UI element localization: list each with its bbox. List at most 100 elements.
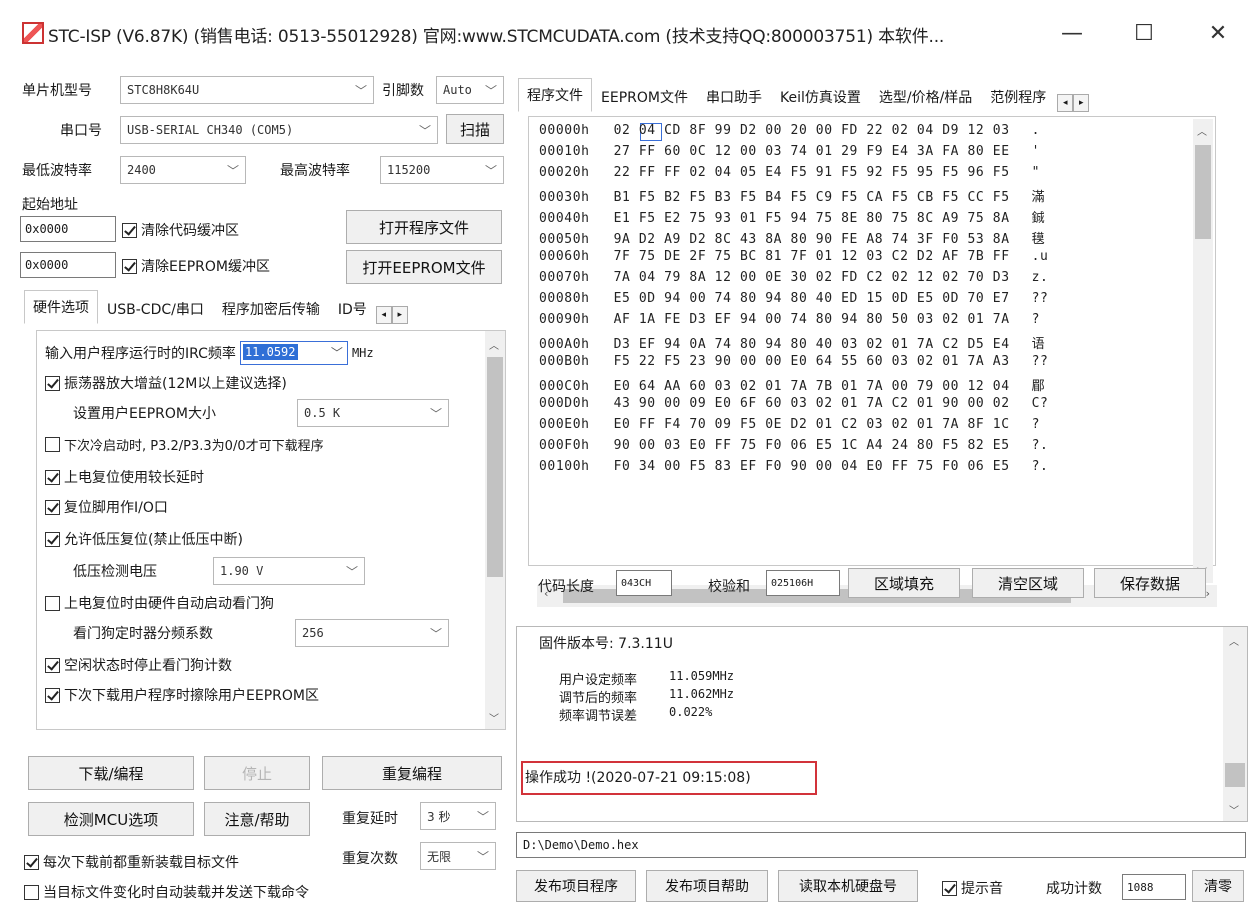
auto-send-on-change-checkbox[interactable] <box>24 884 39 900</box>
hex-row: 00100h F0 34 00 F5 83 EF F0 90 00 04 E0 F… <box>539 459 1048 474</box>
low-voltage-reset-option[interactable]: 允许低压复位(禁止低压中断) <box>45 529 243 549</box>
erase-eeprom-option[interactable]: 下次下载用户程序时擦除用户EEPROM区 <box>45 685 319 705</box>
hex-viewer[interactable]: 00000h 02 04 CD 8F 99 D2 00 20 00 FD 22 0… <box>528 116 1217 607</box>
low-voltage-reset-checkbox[interactable] <box>45 531 60 547</box>
scroll-up-icon[interactable]: ︿ <box>489 337 499 352</box>
tab-hardware-options[interactable]: 硬件选项 <box>24 290 98 324</box>
save-data-button[interactable]: 保存数据 <box>1094 568 1206 598</box>
right-panel: 程序文件 EEPROM文件 串口助手 Keil仿真设置 选型/价格/样品 范例程… <box>512 68 1252 912</box>
scrollbar-thumb[interactable] <box>487 357 503 577</box>
maximize-button[interactable]: ☐ <box>1124 16 1164 52</box>
port-select[interactable]: USB-SERIAL CH340 (COM5) ﹀ <box>120 116 438 144</box>
long-reset-delay-checkbox[interactable] <box>45 469 60 485</box>
tab-scroll-left-icon[interactable]: ◂ <box>1057 94 1074 112</box>
scan-button[interactable]: 扫描 <box>446 114 504 144</box>
amp-gain-checkbox[interactable] <box>45 375 60 391</box>
repeat-delay-select[interactable]: 3 秒 ﹀ <box>420 802 496 830</box>
hex-bytes: B1 F5 B2 F5 B3 F5 B4 F5 C9 F5 CA F5 CB F… <box>613 190 1010 205</box>
tab-program-file[interactable]: 程序文件 <box>518 78 592 112</box>
reset-pin-io-option[interactable]: 复位脚用作I/O口 <box>45 497 168 517</box>
hardware-options-scrollbar[interactable]: ︿ ﹀ <box>485 331 505 729</box>
wdt-divider-row: 看门狗定时器分频系数 <box>73 623 213 643</box>
code-start-address-input[interactable]: 0x0000 <box>20 216 116 242</box>
open-program-file-button[interactable]: 打开程序文件 <box>346 210 502 244</box>
clear-code-buffer-option[interactable]: 清除代码缓冲区 <box>122 220 239 240</box>
hex-ascii: C? <box>1031 396 1049 411</box>
hex-bytes: 9A D2 A9 D2 8C 43 8A 80 90 FE A8 74 3F F… <box>613 232 1010 247</box>
wdt-idle-stop-checkbox[interactable] <box>45 657 60 673</box>
wdt-idle-stop-label: 空闲状态时停止看门狗计数 <box>64 658 232 674</box>
scroll-down-icon[interactable]: ﹀ <box>1229 802 1239 817</box>
long-reset-delay-option[interactable]: 上电复位使用较长延时 <box>45 467 204 487</box>
tab-scroll-left-icon[interactable]: ◂ <box>375 306 392 324</box>
tab-usb-cdc[interactable]: USB-CDC/串口 <box>98 294 213 324</box>
hex-ascii: .u <box>1031 249 1049 264</box>
cold-start-option[interactable]: 下次冷启动时, P3.2/P3.3为0/0才可下载程序 <box>45 435 324 454</box>
tab-scroll-right-icon[interactable]: ▸ <box>1073 94 1090 112</box>
clear-eeprom-buffer-checkbox[interactable] <box>122 258 137 274</box>
reload-before-download-checkbox[interactable] <box>24 854 39 870</box>
reset-pin-io-checkbox[interactable] <box>45 499 60 515</box>
min-baud-select[interactable]: 2400 ﹀ <box>120 156 246 184</box>
tab-keil-settings[interactable]: Keil仿真设置 <box>771 82 870 112</box>
log-scrollbar[interactable]: ︿ ﹀ <box>1223 627 1247 821</box>
hex-ascii: . <box>1031 123 1041 138</box>
close-button[interactable]: ✕ <box>1198 16 1238 52</box>
publish-program-button[interactable]: 发布项目程序 <box>516 870 636 902</box>
stop-button[interactable]: 停止 <box>204 756 310 790</box>
scrollbar-thumb[interactable] <box>1225 763 1245 787</box>
erase-eeprom-checkbox[interactable] <box>45 687 60 703</box>
hex-bytes: E0 FF F4 70 09 F5 0E D2 01 C2 03 02 01 7… <box>613 417 1010 432</box>
hex-address: 00040h <box>539 211 590 226</box>
scrollbar-thumb[interactable] <box>1195 145 1211 239</box>
tab-scroll-right-icon[interactable]: ▸ <box>391 306 408 324</box>
download-program-button[interactable]: 下载/编程 <box>28 756 194 790</box>
eeprom-size-select[interactable]: 0.5 K ﹀ <box>297 399 449 427</box>
wdt-divider-value: 256 <box>302 626 324 640</box>
tab-examples[interactable]: 范例程序 <box>981 82 1055 112</box>
clear-eeprom-buffer-option[interactable]: 清除EEPROM缓冲区 <box>122 256 270 276</box>
beep-checkbox[interactable] <box>942 880 957 896</box>
scroll-up-icon[interactable]: ︿ <box>1229 633 1239 648</box>
tab-id-number[interactable]: ID号 <box>329 294 376 324</box>
help-button[interactable]: 注意/帮助 <box>204 802 310 836</box>
wdt-auto-start-option[interactable]: 上电复位时由硬件自动启动看门狗 <box>45 593 274 613</box>
read-disk-id-button[interactable]: 读取本机硬盘号 <box>778 870 918 902</box>
minimize-button[interactable]: — <box>1052 16 1092 52</box>
max-baud-select[interactable]: 115200 ﹀ <box>380 156 504 184</box>
clear-code-buffer-checkbox[interactable] <box>122 222 137 238</box>
tab-eeprom-file[interactable]: EEPROM文件 <box>592 82 697 112</box>
tab-encrypted-transfer[interactable]: 程序加密后传输 <box>213 294 329 324</box>
check-mcu-options-button[interactable]: 检测MCU选项 <box>28 802 194 836</box>
file-path-field[interactable]: D:\Demo\Demo.hex <box>516 832 1246 858</box>
tab-selection-price[interactable]: 选型/价格/样品 <box>870 82 981 112</box>
scroll-up-icon[interactable]: ︿ <box>1197 123 1207 138</box>
clear-count-button[interactable]: 清零 <box>1192 870 1244 902</box>
hex-ascii: 语 <box>1031 337 1046 352</box>
chevron-down-icon: ﹀ <box>476 850 489 864</box>
output-log[interactable]: 固件版本号: 7.3.11U 用户设定频率 11.059MHz 调节后的频率 1… <box>516 626 1248 822</box>
open-eeprom-file-button[interactable]: 打开EEPROM文件 <box>346 250 502 284</box>
pin-count-select[interactable]: Auto ﹀ <box>436 76 504 104</box>
amp-gain-option[interactable]: 振荡器放大增益(12M以上建议选择) <box>45 373 287 393</box>
repeat-count-select[interactable]: 无限 ﹀ <box>420 842 496 870</box>
auto-send-on-change-option[interactable]: 当目标文件变化时自动装载并发送下载命令 <box>24 882 309 902</box>
lvd-voltage-select[interactable]: 1.90 V ﹀ <box>213 557 365 585</box>
cold-start-checkbox[interactable] <box>45 437 60 452</box>
publish-help-button[interactable]: 发布项目帮助 <box>646 870 768 902</box>
hex-vertical-scrollbar[interactable]: ︿ ﹀ <box>1193 119 1213 583</box>
eeprom-start-address-input[interactable]: 0x0000 <box>20 252 116 278</box>
repeat-program-button[interactable]: 重复编程 <box>322 756 502 790</box>
clear-region-button[interactable]: 清空区域 <box>972 568 1084 598</box>
scroll-down-icon[interactable]: ﹀ <box>489 710 499 725</box>
wdt-auto-start-checkbox[interactable] <box>45 595 60 611</box>
hex-row: 00050h 9A D2 A9 D2 8C 43 8A 80 90 FE A8 7… <box>539 228 1045 247</box>
irc-frequency-select[interactable]: 11.0592 ﹀ <box>239 341 348 365</box>
wdt-divider-select[interactable]: 256 ﹀ <box>295 619 449 647</box>
mcu-type-select[interactable]: STC8H8K64U ﹀ <box>120 76 374 104</box>
tab-serial-assistant[interactable]: 串口助手 <box>697 82 771 112</box>
reload-before-download-option[interactable]: 每次下载前都重新装载目标文件 <box>24 852 239 872</box>
fill-region-button[interactable]: 区域填充 <box>848 568 960 598</box>
wdt-idle-stop-option[interactable]: 空闲状态时停止看门狗计数 <box>45 655 232 675</box>
beep-option[interactable]: 提示音 <box>942 878 1003 898</box>
